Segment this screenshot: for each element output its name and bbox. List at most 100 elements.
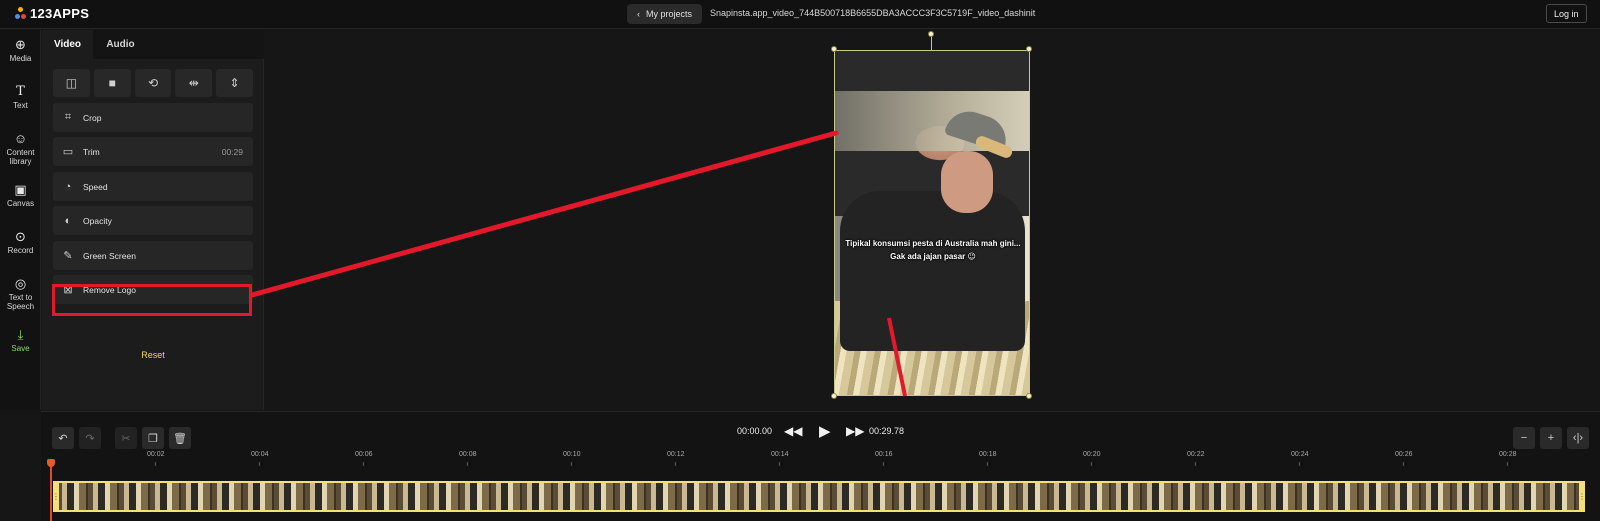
rail-label-save: Save xyxy=(11,344,30,353)
rail-item-media[interactable]: ⊕ Media xyxy=(0,37,41,64)
ruler-tick xyxy=(675,462,676,466)
trim-label: Trim xyxy=(83,146,100,157)
opacity-option[interactable]: ◐ Opacity xyxy=(53,206,253,235)
logo-icon xyxy=(15,6,26,21)
video-preview[interactable]: Tipikal konsumsi pesta di Australia mah … xyxy=(834,50,1030,396)
play-icon[interactable]: ▶ xyxy=(819,422,831,440)
resize-handle-top-left[interactable] xyxy=(831,46,837,52)
ruler-tick xyxy=(259,462,260,466)
video-track-clip[interactable] xyxy=(53,481,1585,512)
ruler-label: 00:16 xyxy=(875,451,893,458)
ruler-label: 00:22 xyxy=(1187,451,1205,458)
logo-text: 123APPS xyxy=(30,6,90,21)
crop-icon: ⌗ xyxy=(64,111,72,123)
ruler-label: 00:12 xyxy=(667,451,685,458)
top-bar: 123APPS ‹ My projects Snapinsta.app_vide… xyxy=(0,0,1600,29)
zoom-out-icon[interactable]: − xyxy=(1513,427,1535,449)
speedometer-icon: ◔ xyxy=(64,180,72,193)
opacity-label: Opacity xyxy=(83,215,112,226)
fill-icon[interactable]: ■ xyxy=(93,69,131,97)
rail-item-save[interactable]: ⤓ Save xyxy=(0,327,41,354)
redo-icon[interactable]: ↷ xyxy=(79,427,101,449)
rotate-icon[interactable]: ⟲ xyxy=(134,69,172,97)
rail-label-content-library: Content library xyxy=(6,148,35,166)
playhead[interactable] xyxy=(50,459,52,521)
ruler-label: 00:06 xyxy=(355,451,373,458)
resize-handle-bottom-right[interactable] xyxy=(1026,393,1032,399)
opacity-icon: ◐ xyxy=(64,214,72,227)
clip-trim-handle-left[interactable]: ⋮ xyxy=(52,481,60,512)
speech-bubble-icon: ◎ xyxy=(14,276,27,291)
download-icon: ⤓ xyxy=(17,327,24,342)
video-scene-person xyxy=(840,191,1025,351)
rotate-handle[interactable] xyxy=(928,31,934,37)
rail-item-record[interactable]: ⊙ Record xyxy=(0,229,41,256)
plus-circle-icon: ⊕ xyxy=(15,37,26,52)
fit-icon[interactable]: ◫ xyxy=(53,69,90,97)
resize-handle-top-right[interactable] xyxy=(1026,46,1032,52)
cut-icon[interactable]: ✂ xyxy=(115,427,137,449)
rail-item-text[interactable]: T Text xyxy=(0,84,41,111)
ruler-label: 00:14 xyxy=(771,451,789,458)
ruler-label: 00:20 xyxy=(1083,451,1101,458)
ruler-tick xyxy=(467,462,468,466)
tab-video[interactable]: Video xyxy=(42,30,93,59)
ruler-tick xyxy=(571,462,572,466)
undo-icon[interactable]: ↶ xyxy=(52,427,74,449)
video-caption-line1: Tipikal konsumsi pesta di Australia mah … xyxy=(845,239,1021,248)
crop-option[interactable]: ⌗ Crop xyxy=(53,103,253,132)
fast-forward-icon[interactable]: ▶▶ xyxy=(846,424,864,438)
ruler-tick xyxy=(1195,462,1196,466)
annotation-highlight-box xyxy=(52,284,252,316)
ruler-tick xyxy=(1403,462,1404,466)
record-icon: ⊙ xyxy=(15,229,26,244)
panel-tabs: Video Audio xyxy=(42,30,264,59)
copy-icon[interactable]: ❐ xyxy=(142,427,164,449)
green-screen-option[interactable]: ✎ Green Screen xyxy=(53,241,253,270)
flip-vertical-icon[interactable]: ⇕ xyxy=(216,69,253,97)
ruler-label: 00:26 xyxy=(1395,451,1413,458)
rail-label-canvas: Canvas xyxy=(6,199,35,208)
current-time: 00:00.00 xyxy=(737,426,773,436)
video-settings-panel: Video Audio ◫ ■ ⟲ ⇹ ⇕ ⌗ Crop ▭ Trim 00:2… xyxy=(42,30,264,410)
rail-item-content-library[interactable]: ☺ Content library xyxy=(0,131,41,167)
project-file-name[interactable]: Snapinsta.app_video_744B500718B6655DBA3A… xyxy=(710,8,1035,18)
clip-trim-handle-right[interactable]: ⋮ xyxy=(1578,481,1586,512)
rail-label-tts: Text to Speech xyxy=(6,293,35,311)
resize-handle-bottom-left[interactable] xyxy=(831,393,837,399)
text-t-icon: T xyxy=(16,84,25,99)
sticker-icon: ☺ xyxy=(13,131,28,146)
ruler-tick xyxy=(987,462,988,466)
my-projects-button[interactable]: ‹ My projects xyxy=(627,4,703,24)
chevron-left-icon: ‹ xyxy=(637,9,640,19)
tab-audio[interactable]: Audio xyxy=(93,30,148,59)
eyedropper-icon: ✎ xyxy=(63,250,73,262)
login-button[interactable]: Log in xyxy=(1546,4,1587,23)
flip-horizontal-icon[interactable]: ⇹ xyxy=(175,69,213,97)
zoom-in-icon[interactable]: + xyxy=(1540,427,1562,449)
playhead-knob[interactable] xyxy=(47,459,55,467)
rewind-icon[interactable]: ◀◀ xyxy=(784,424,802,438)
video-caption-line2: Gak ada jajan pasar 😉 xyxy=(890,252,976,261)
ruler-tick xyxy=(1507,462,1508,466)
speed-option[interactable]: ◔ Speed xyxy=(53,172,253,201)
rail-item-canvas[interactable]: ▣ Canvas xyxy=(0,182,41,209)
canvas-icon: ▣ xyxy=(14,182,27,197)
ruler-label: 00:04 xyxy=(251,451,269,458)
crop-label: Crop xyxy=(83,112,102,123)
video-scene-face xyxy=(941,151,993,213)
ruler-tick xyxy=(779,462,780,466)
fit-timeline-icon[interactable]: ‹|› xyxy=(1567,427,1589,449)
speed-label: Speed xyxy=(83,181,108,192)
app-logo[interactable]: 123APPS xyxy=(15,6,89,21)
trim-duration: 00:29 xyxy=(221,146,243,157)
trash-icon[interactable]: 🗑 xyxy=(169,427,191,449)
trim-option[interactable]: ▭ Trim 00:29 xyxy=(53,137,253,166)
rail-label-text: Text xyxy=(13,101,28,110)
ruler-tick xyxy=(363,462,364,466)
reset-button[interactable]: Reset xyxy=(42,350,264,360)
green-screen-label: Green Screen xyxy=(83,250,136,261)
ruler-tick xyxy=(1091,462,1092,466)
ruler-tick xyxy=(155,462,156,466)
rail-item-text-to-speech[interactable]: ◎ Text to Speech xyxy=(0,276,41,312)
